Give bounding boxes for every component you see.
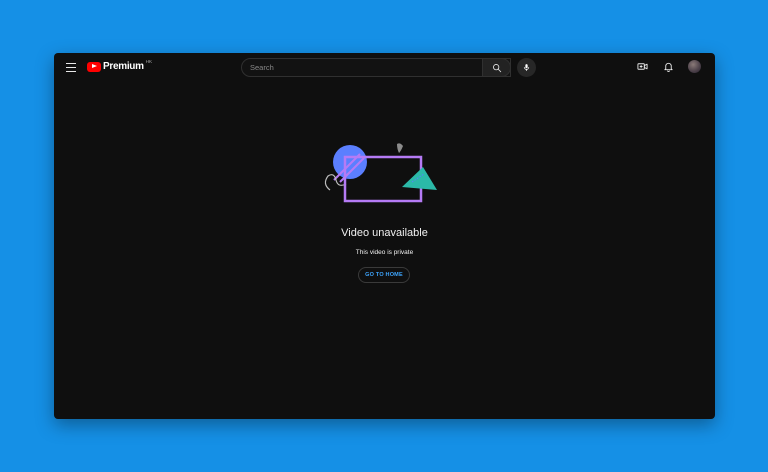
search-input[interactable] <box>250 63 510 72</box>
create-video-icon <box>636 63 648 70</box>
notifications-button[interactable] <box>662 61 674 73</box>
go-to-home-button[interactable]: GO TO HOME <box>358 267 410 283</box>
error-subtitle: This video is private <box>355 249 414 256</box>
search-icon <box>492 63 501 72</box>
search-box[interactable] <box>241 58 511 77</box>
hamburger-menu-icon[interactable] <box>66 63 76 72</box>
create-button[interactable] <box>636 61 648 73</box>
microphone-icon <box>523 64 530 71</box>
blue-circle-shape <box>333 145 367 179</box>
error-title: Video unavailable <box>341 227 428 239</box>
video-unavailable-illustration <box>324 143 437 203</box>
top-bar: Premium HK <box>54 53 715 83</box>
browser-window: Premium HK Search Video unavailable This… <box>54 53 715 419</box>
logo-text: Premium <box>103 61 144 72</box>
bell-icon <box>663 62 673 72</box>
header-actions <box>636 60 701 73</box>
avatar[interactable] <box>688 60 701 73</box>
voice-search-button[interactable] <box>517 58 536 77</box>
teal-triangle-shape <box>402 167 437 190</box>
youtube-play-icon <box>87 61 101 72</box>
search-button[interactable] <box>482 58 511 77</box>
leaf-shape <box>397 143 403 153</box>
youtube-premium-logo[interactable]: Premium HK <box>87 59 152 72</box>
logo-region: HK <box>145 59 152 64</box>
